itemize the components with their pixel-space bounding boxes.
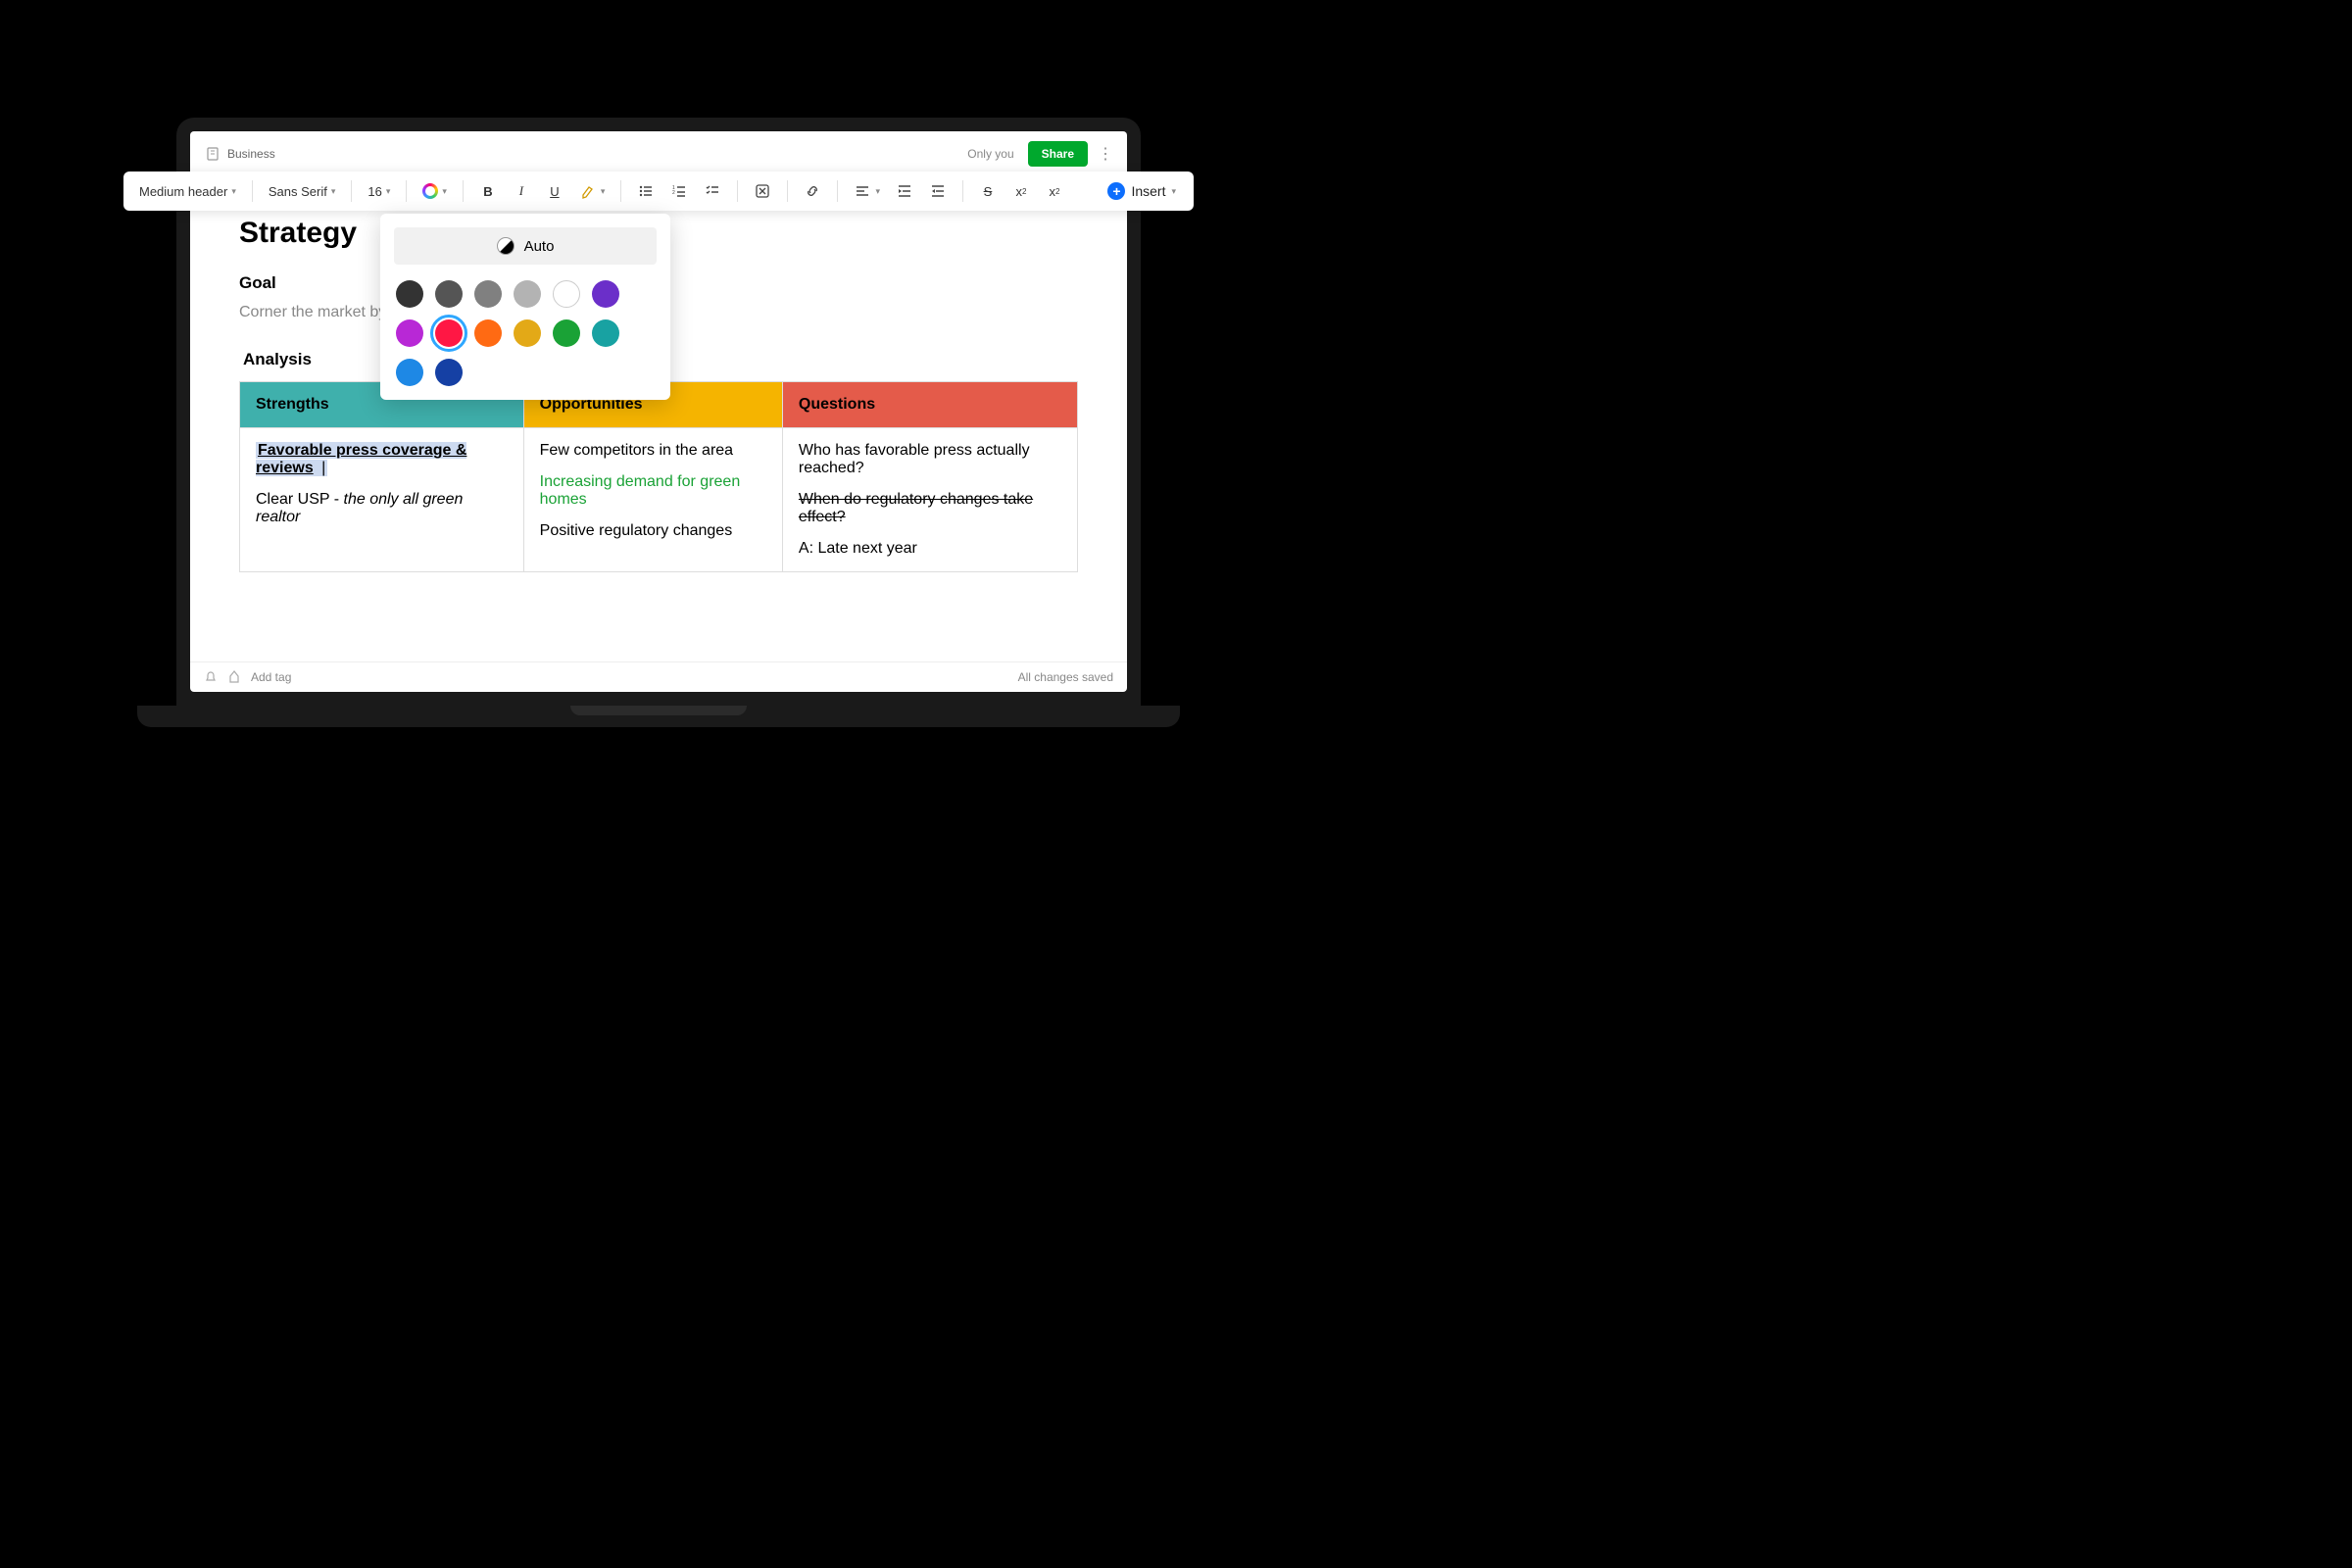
color-swatch[interactable] [435, 359, 463, 386]
font-select[interactable]: Sans Serif ▾ [263, 180, 342, 203]
italic-button[interactable]: I [507, 178, 536, 204]
color-swatch[interactable] [553, 280, 580, 308]
chevron-down-icon: ▾ [231, 186, 236, 197]
plus-icon: + [1107, 182, 1125, 200]
bullet-list-button[interactable] [631, 178, 661, 204]
indent-icon [896, 182, 913, 200]
opp-text-1[interactable]: Few competitors in the area [540, 442, 766, 460]
text-color-button[interactable]: ▾ [416, 179, 453, 203]
breadcrumb-label: Business [227, 147, 275, 161]
selected-text[interactable]: Favorable press coverage & reviews [256, 442, 466, 476]
strength-text[interactable]: Clear USP - [256, 491, 344, 508]
color-swatch[interactable] [435, 319, 463, 347]
text-cursor: | [316, 460, 328, 476]
color-swatch[interactable] [396, 280, 423, 308]
color-swatch[interactable] [396, 319, 423, 347]
align-button[interactable]: ▾ [848, 178, 886, 204]
auto-color-button[interactable]: Auto [394, 227, 657, 265]
table-row[interactable]: Favorable press coverage & reviews | Cle… [240, 428, 1078, 572]
share-button[interactable]: Share [1028, 141, 1088, 167]
subscript-button[interactable]: x2 [1040, 178, 1069, 204]
color-swatch[interactable] [592, 319, 619, 347]
text-color-icon [422, 183, 438, 199]
notebook-icon [204, 145, 221, 163]
bottom-bar: Add tag All changes saved [190, 662, 1127, 692]
visibility-label[interactable]: Only you [967, 147, 1013, 161]
color-swatch[interactable] [435, 280, 463, 308]
subscript-icon: x2 [1046, 182, 1063, 200]
reminder-icon[interactable] [204, 670, 218, 684]
top-bar: Business Only you Share ⋮ [190, 131, 1127, 177]
highlight-button[interactable]: ▾ [573, 178, 612, 204]
clear-format-icon [754, 182, 771, 200]
insert-label: Insert [1131, 183, 1165, 199]
bold-button[interactable]: B [473, 178, 503, 204]
heading-label: Medium header [139, 184, 227, 199]
underline-button[interactable]: U [540, 178, 569, 204]
numbered-list-icon: 12 [670, 182, 688, 200]
breadcrumb[interactable]: Business [204, 145, 275, 163]
add-tag-button[interactable]: Add tag [251, 670, 291, 684]
checklist-button[interactable] [698, 178, 727, 204]
color-swatch[interactable] [474, 280, 502, 308]
clear-formatting-button[interactable] [748, 178, 777, 204]
font-size-select[interactable]: 16 ▾ [362, 180, 396, 203]
color-swatches [394, 280, 657, 386]
chevron-down-icon: ▾ [875, 186, 880, 197]
opp-text-3[interactable]: Positive regulatory changes [540, 522, 766, 540]
color-swatch[interactable] [474, 319, 502, 347]
highlighter-icon [579, 182, 597, 200]
superscript-icon: x2 [1012, 182, 1030, 200]
auto-label: Auto [524, 238, 555, 255]
link-icon [804, 182, 821, 200]
more-menu-button[interactable]: ⋮ [1098, 144, 1113, 164]
color-picker-popover[interactable]: Auto [380, 214, 670, 400]
outdent-button[interactable] [923, 178, 953, 204]
chevron-down-icon: ▾ [331, 186, 336, 197]
q-text-1[interactable]: Who has favorable press actually reached… [799, 442, 1061, 477]
checklist-icon [704, 182, 721, 200]
align-icon [854, 182, 871, 200]
font-label: Sans Serif [269, 184, 327, 199]
numbered-list-button[interactable]: 12 [664, 178, 694, 204]
color-swatch[interactable] [514, 280, 541, 308]
cell-strengths[interactable]: Favorable press coverage & reviews | Cle… [240, 428, 524, 572]
chevron-down-icon: ▾ [442, 186, 447, 197]
q-text-3[interactable]: A: Late next year [799, 540, 1061, 558]
font-size-label: 16 [368, 184, 381, 199]
insert-button[interactable]: + Insert ▾ [1100, 178, 1184, 204]
analysis-table[interactable]: Strengths Opportunities Questions Favora… [239, 381, 1078, 572]
opp-text-2[interactable]: Increasing demand for green homes [540, 473, 766, 509]
indent-button[interactable] [890, 178, 919, 204]
q-text-2[interactable]: When do regulatory changes take effect? [799, 491, 1061, 526]
color-swatch[interactable] [553, 319, 580, 347]
chevron-down-icon: ▾ [601, 186, 606, 197]
heading-select[interactable]: Medium header ▾ [133, 180, 242, 203]
formatting-toolbar: Medium header ▾ Sans Serif ▾ 16 ▾ ▾ B I … [123, 172, 1194, 211]
color-swatch[interactable] [396, 359, 423, 386]
chevron-down-icon: ▾ [386, 186, 391, 197]
header-questions[interactable]: Questions [782, 382, 1077, 428]
chevron-down-icon: ▾ [1171, 186, 1176, 197]
color-swatch[interactable] [514, 319, 541, 347]
svg-text:2: 2 [672, 190, 675, 196]
cell-opportunities[interactable]: Few competitors in the area Increasing d… [523, 428, 782, 572]
outdent-icon [929, 182, 947, 200]
color-swatch[interactable] [592, 280, 619, 308]
strikethrough-button[interactable]: S [973, 178, 1003, 204]
laptop-notch [570, 706, 747, 715]
superscript-button[interactable]: x2 [1006, 178, 1036, 204]
info-icon[interactable] [227, 670, 241, 684]
save-status: All changes saved [1018, 670, 1113, 684]
link-button[interactable] [798, 178, 827, 204]
cell-questions[interactable]: Who has favorable press actually reached… [782, 428, 1077, 572]
auto-color-icon [497, 237, 514, 255]
bullet-list-icon [637, 182, 655, 200]
